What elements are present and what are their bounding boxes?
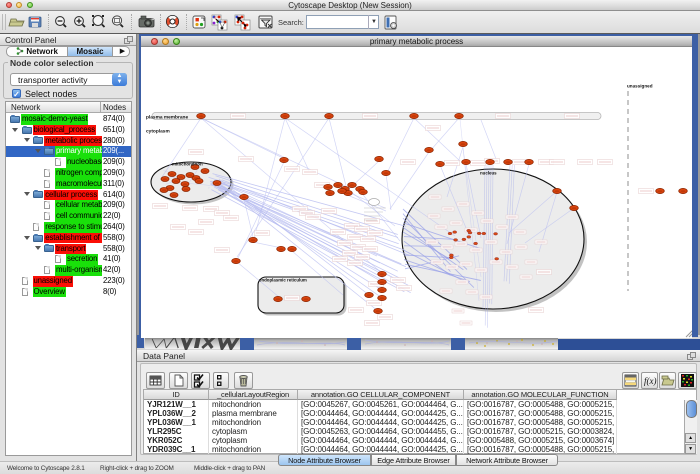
svg-text:cytoplasm: cytoplasm <box>146 129 170 135</box>
svg-text:mitochondrion: mitochondrion <box>172 162 203 167</box>
svg-text:unassigned: unassigned <box>627 84 653 89</box>
svg-text:endoplasmic reticulum: endoplasmic reticulum <box>259 278 307 283</box>
svg-text:nucleus: nucleus <box>480 171 497 176</box>
svg-text:plasma membrane: plasma membrane <box>146 115 188 121</box>
svg-text:f(x): f(x) <box>644 376 657 386</box>
